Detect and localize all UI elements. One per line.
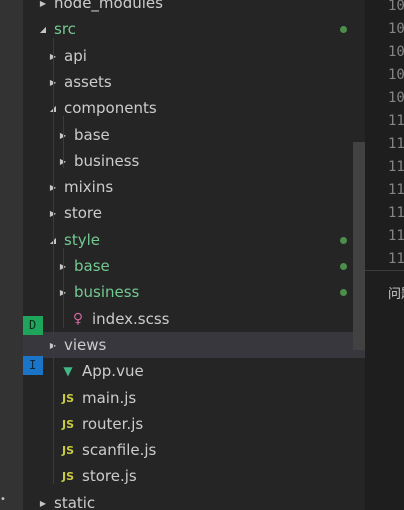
tree-item-scanfile-js[interactable]: JS scanfile.js [23, 437, 365, 463]
git-modified-dot-icon [340, 289, 347, 296]
tree-item-store-js[interactable]: JS store.js [23, 463, 365, 489]
tree-item-label: index.scss [92, 310, 170, 328]
indent-guide [53, 38, 54, 484]
line-number: 11 [388, 182, 404, 198]
tree-item-label: components [64, 99, 157, 117]
git-modified-dot-icon [340, 237, 347, 244]
line-number: 11 [388, 251, 404, 267]
indent-guide [63, 248, 64, 328]
tree-item-label: store.js [82, 467, 137, 485]
tree-item-label: App.vue [82, 362, 144, 380]
line-number: 11 [388, 113, 404, 129]
tree-item-store[interactable]: ▶store [23, 200, 365, 226]
js-icon: JS [61, 469, 74, 483]
tree-item-label: static [54, 494, 96, 510]
line-number: 10 [388, 90, 404, 106]
tree-item-node-modules[interactable]: ▶ node_modules [23, 0, 365, 16]
line-number: 11 [388, 205, 404, 221]
tree-item-label: node_modules [54, 0, 163, 12]
tree-item-style[interactable]: ◢style [23, 227, 365, 253]
editor-gutter: 10 10 10 10 10 11 11 11 11 11 11 11 [365, 0, 404, 270]
tree-item-router-js[interactable]: JS router.js [23, 411, 365, 437]
tree-item-src[interactable]: ◢ src [23, 16, 365, 42]
line-number: 10 [388, 21, 404, 37]
tree-item-label: store [64, 204, 102, 222]
tree-item-mixins[interactable]: ▶mixins [23, 174, 365, 200]
tree-item-label: mixins [64, 178, 114, 196]
git-modified-dot-icon [340, 263, 347, 270]
problems-panel: 问题 [365, 270, 404, 510]
indent-guide [63, 116, 64, 168]
js-icon: JS [61, 417, 74, 431]
panel-tab-problems[interactable]: 问题 [388, 283, 404, 302]
tree-item-label: base [74, 257, 110, 275]
sass-icon: ♀ [72, 311, 84, 327]
line-number: 11 [388, 136, 404, 152]
activity-bar: • [0, 0, 23, 510]
git-modified-dot-icon [340, 26, 347, 33]
tree-item-base[interactable]: ▶base [23, 122, 365, 148]
line-number: 10 [388, 44, 404, 60]
tree-item-label: api [64, 47, 87, 65]
line-number: 10 [388, 0, 404, 14]
tree-item-label: main.js [82, 389, 137, 407]
tree-item-business[interactable]: ▶business [23, 148, 365, 174]
status-badge-blue: I [23, 356, 43, 375]
file-explorer: ▶ static JS store.js JS scanfile.js JS router.j… [23, 0, 365, 510]
chevron-right-icon[interactable]: ▶ [38, 0, 48, 8]
chevron-down-icon[interactable]: ◢ [38, 25, 48, 34]
vue-icon: ▼ [63, 364, 73, 378]
tree-item-business[interactable]: ▶business [23, 279, 365, 305]
tree-item-label: views [64, 336, 107, 354]
line-number: 11 [388, 228, 404, 244]
tree-item-label: business [74, 283, 140, 301]
line-number: 10 [388, 67, 404, 83]
tree-item-label: scanfile.js [82, 441, 157, 459]
line-number: 11 [388, 159, 404, 175]
js-icon: JS [61, 391, 74, 405]
tree-item-label: base [74, 126, 110, 144]
tree-item-label: assets [64, 73, 112, 91]
tree-item-app-vue[interactable]: ▼ App.vue [23, 358, 365, 384]
tree-item-label: business [74, 152, 140, 170]
js-icon: JS [61, 443, 74, 457]
chevron-right-icon[interactable]: ▶ [38, 499, 48, 508]
tree-item-index-scss[interactable]: ♀ index.scss [23, 306, 365, 332]
scrollbar-thumb[interactable] [353, 142, 365, 350]
tree-item-base[interactable]: ▶base [23, 253, 365, 279]
status-badge-green: D [23, 316, 43, 335]
tree-item-assets[interactable]: ▶assets [23, 69, 365, 95]
tree-item-label: style [64, 231, 100, 249]
tree-item-components[interactable]: ◢components [23, 95, 365, 121]
tree-item-views[interactable]: ▶views [23, 332, 365, 358]
tree-item-api[interactable]: ▶api [23, 43, 365, 69]
tree-item-label: router.js [82, 415, 144, 433]
accounts-icon[interactable]: • [0, 494, 10, 506]
tree-item-main-js[interactable]: JS main.js [23, 385, 365, 411]
tree-item-label: src [54, 20, 76, 38]
tree-item-static[interactable]: ▶ static [23, 490, 365, 510]
